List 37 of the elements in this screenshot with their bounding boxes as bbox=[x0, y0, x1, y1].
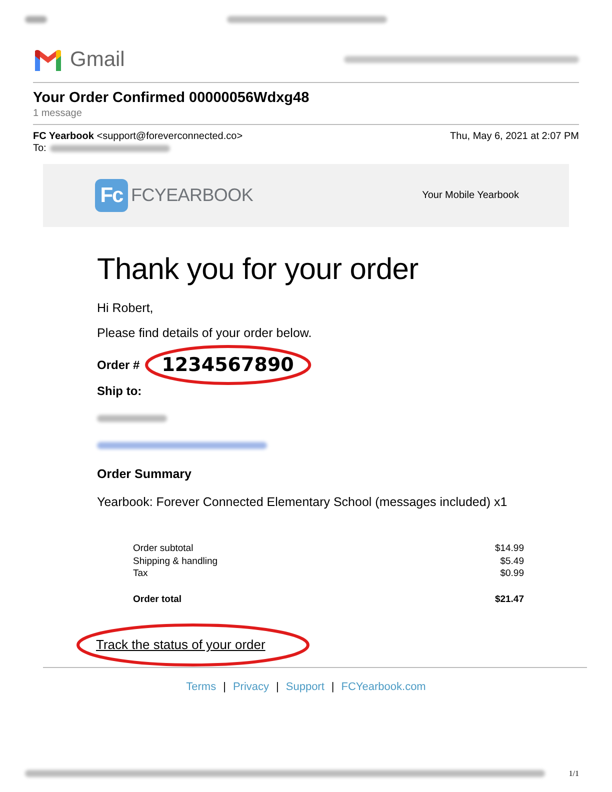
order-label: Order # bbox=[97, 358, 140, 372]
logo-mark: Fc bbox=[95, 179, 128, 212]
gmail-brand: Gmail bbox=[70, 48, 125, 72]
total-amount: $0.99 bbox=[500, 568, 524, 580]
separator: | bbox=[276, 681, 279, 693]
gmail-logo-icon bbox=[33, 49, 63, 71]
total-amount: $5.49 bbox=[500, 556, 524, 568]
sender: FC Yearbook <support@foreverconnected.co> bbox=[33, 131, 243, 142]
thank-you-heading: Thank you for your order bbox=[97, 253, 420, 287]
order-item: Yearbook: Forever Connected Elementary School (messages included) x1 bbox=[97, 495, 508, 509]
greeting: Hi Robert, bbox=[97, 301, 154, 315]
intro-text: Please find details of your order below. bbox=[97, 326, 313, 340]
separator: | bbox=[223, 681, 226, 693]
total-amount: $14.99 bbox=[494, 543, 524, 556]
separator: | bbox=[331, 681, 334, 693]
total-amount: $21.47 bbox=[494, 594, 524, 606]
date-text bbox=[25, 16, 47, 22]
total-label: Order subtotal bbox=[133, 543, 194, 556]
page-number: 1/1 bbox=[568, 769, 579, 778]
message-count: 1 message bbox=[33, 108, 579, 125]
to-label: To: bbox=[33, 143, 46, 154]
track-order-link[interactable]: Track the status of your order bbox=[96, 637, 266, 652]
total-label: Order total bbox=[133, 594, 182, 606]
footer-link[interactable]: Privacy bbox=[232, 681, 270, 693]
email-subject: Your Order Confirmed 00000056Wdxg48 bbox=[33, 90, 310, 106]
logo-wordmark: FCYEARBOOK bbox=[131, 185, 254, 206]
order-number: 1234567890 bbox=[162, 354, 294, 376]
footer-link[interactable]: Terms bbox=[186, 681, 216, 693]
footer-link[interactable]: Support bbox=[286, 681, 324, 693]
name-text bbox=[97, 415, 167, 422]
ship-to-label: Ship to: bbox=[97, 384, 143, 398]
email-date: Thu, May 6, 2021 at 2:07 PM bbox=[450, 131, 579, 142]
total-label: Tax bbox=[133, 568, 148, 580]
total-label: Shipping & handling bbox=[133, 556, 218, 568]
tagline: Your Mobile Yearbook bbox=[422, 190, 519, 201]
order-summary-title: Order Summary bbox=[97, 467, 192, 481]
footer-link[interactable]: FCYearbook.com bbox=[341, 681, 426, 693]
